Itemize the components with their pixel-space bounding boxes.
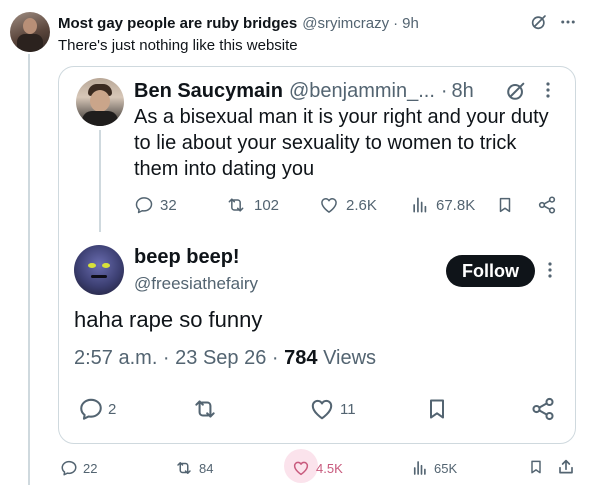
outer-like-count: 4.5K <box>316 460 343 476</box>
avatar-reply[interactable] <box>74 245 124 295</box>
thread-line <box>28 54 30 485</box>
reply-display-name[interactable]: beep beep! <box>134 246 240 269</box>
outer-handle[interactable]: @sryimcrazy <box>302 15 389 32</box>
quoted-tweet-header: Ben Saucymain @benjammin_... · 8h <box>134 78 474 104</box>
outer-views-count: 65K <box>434 460 458 476</box>
outer-tweet-text: There's just nothing like this website <box>58 37 298 54</box>
avatar-outer[interactable] <box>10 12 50 52</box>
reply-like-count: 11 <box>340 400 356 418</box>
views-icon <box>413 197 427 213</box>
quoted-repost-button[interactable]: 102 <box>224 194 279 216</box>
outer-like-button[interactable]: 4.5K <box>291 458 343 478</box>
quoted-time[interactable]: 8h <box>452 80 474 103</box>
bookmark-icon[interactable] <box>425 396 449 422</box>
avatar-quoted[interactable] <box>76 78 124 126</box>
grok-icon[interactable] <box>530 13 548 31</box>
bookmark-icon[interactable] <box>528 458 544 476</box>
quoted-separator: · <box>440 79 448 102</box>
outer-reply-count: 22 <box>83 460 98 476</box>
quoted-views-button[interactable]: 67.8K <box>410 194 475 216</box>
outer-time[interactable]: 9h <box>402 15 419 32</box>
quoted-display-name[interactable]: Ben Saucymain <box>134 80 283 103</box>
more-icon[interactable] <box>543 80 553 100</box>
like-icon <box>293 461 309 476</box>
bookmark-icon[interactable] <box>496 195 514 215</box>
outer-repost-count: 84 <box>199 460 214 476</box>
share-icon[interactable] <box>530 396 556 422</box>
quoted-repost-count: 102 <box>254 196 280 214</box>
grok-icon[interactable] <box>505 80 527 102</box>
reply-timestamp[interactable]: 2:57 a.m. · 23 Sep 26 · <box>74 347 279 369</box>
outer-repost-button[interactable]: 84 <box>174 458 213 478</box>
outer-tweet-header: Most gay people are ruby bridges @sryimc… <box>58 13 579 33</box>
reply-tweet-meta: 2:57 a.m. · 23 Sep 26 · 784 Views <box>74 347 376 370</box>
share-icon[interactable] <box>557 458 575 476</box>
outer-views-button[interactable]: 65K <box>411 458 457 478</box>
outer-reply-button[interactable]: 22 <box>60 458 97 478</box>
reply-reply-count: 2 <box>108 400 117 418</box>
quoted-tweet-text: As a bisexual man it is your right and y… <box>134 106 549 180</box>
repost-icon <box>228 198 244 212</box>
reply-icon <box>135 197 153 214</box>
like-icon <box>311 399 333 420</box>
reply-icon <box>80 398 102 420</box>
quoted-reply-count: 32 <box>160 196 177 214</box>
reply-repost-button[interactable] <box>190 396 224 422</box>
follow-button[interactable]: Follow <box>446 255 535 287</box>
reply-views-label: Views <box>323 347 377 369</box>
reply-view-count: 784 <box>284 347 318 369</box>
more-icon[interactable] <box>557 13 579 31</box>
like-icon <box>321 198 337 213</box>
quoted-like-button[interactable]: 2.6K <box>318 194 377 216</box>
more-icon[interactable] <box>545 260 555 280</box>
share-icon[interactable] <box>537 195 557 215</box>
reply-handle[interactable]: @freesiathefairy <box>134 274 258 294</box>
quoted-like-count: 2.6K <box>346 196 377 214</box>
outer-separator: · <box>393 14 399 32</box>
views-icon <box>413 461 426 475</box>
quoted-reply-button[interactable]: 32 <box>134 194 177 216</box>
quoted-views-count: 67.8K <box>436 196 476 214</box>
reply-tweet-text: haha rape so funny <box>74 307 263 332</box>
reply-reply-button[interactable]: 2 <box>78 396 116 422</box>
quoted-handle[interactable]: @benjammin_... <box>289 80 435 103</box>
repost-icon <box>177 462 191 474</box>
quote-thread-line <box>99 130 101 232</box>
repost-icon <box>195 400 215 418</box>
reply-like-button[interactable]: 11 <box>308 396 356 422</box>
outer-display-name[interactable]: Most gay people are ruby bridges <box>58 15 297 32</box>
reply-icon <box>61 460 77 476</box>
